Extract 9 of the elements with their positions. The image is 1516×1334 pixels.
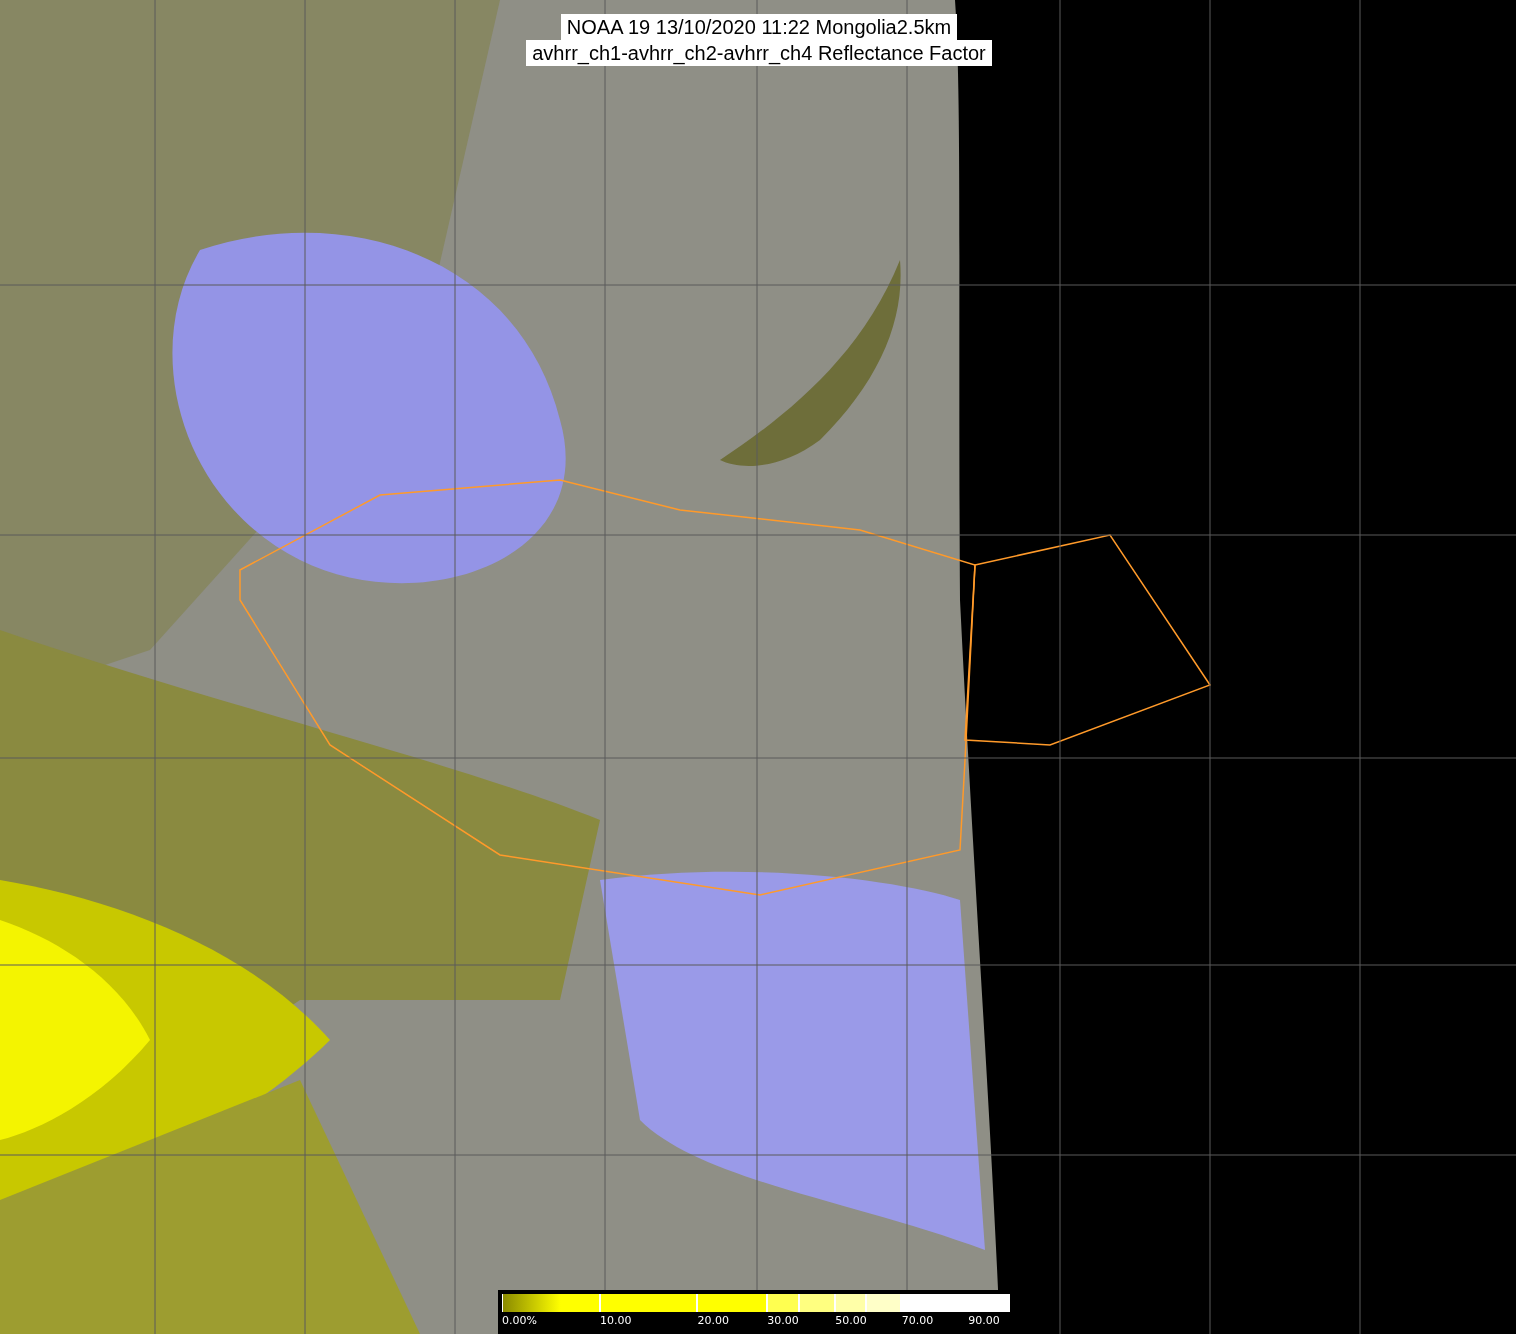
scale-tick-label: 90.00 [968, 1314, 1000, 1327]
scale-tick-label: 50.00 [835, 1314, 867, 1327]
scale-tick-label: 20.00 [697, 1314, 730, 1327]
scale-tick-label: 70.00 [901, 1314, 934, 1327]
image-title: NOAA 19 13/10/2020 11:22 Mongolia2.5km [560, 14, 958, 40]
scale-tick-label: 10.00 [600, 1314, 632, 1327]
image-title: avhrr_ch1-avhrr_ch2-avhrr_ch4 Reflectance Factor [526, 40, 992, 66]
scale-tick-label: 0.00% [502, 1314, 537, 1327]
scale-tick-label: 30.00 [767, 1314, 799, 1327]
